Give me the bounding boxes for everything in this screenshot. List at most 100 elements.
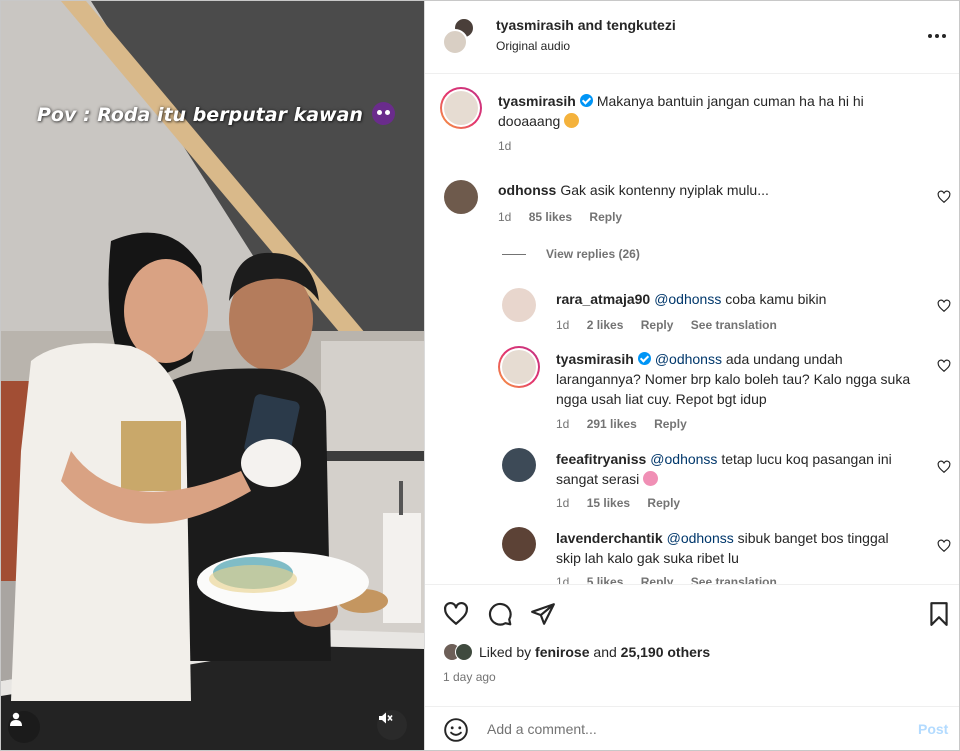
- like-comment-heart-icon[interactable]: [937, 299, 951, 313]
- reply-username[interactable]: lavenderchantik: [556, 530, 663, 546]
- instagram-post-window: Pov : Roda itu berputar kawan tyasmirasi…: [0, 0, 960, 751]
- mention-link[interactable]: @odhonss: [650, 451, 717, 467]
- reply-meta: 1d 15 likes Reply: [556, 496, 694, 510]
- share-paper-plane-icon[interactable]: [530, 601, 556, 627]
- reply-username[interactable]: feeafitryaniss: [556, 451, 646, 467]
- comment-item: odhonss Gak asik kontenny nyiplak mulu...…: [425, 175, 959, 235]
- reply-time[interactable]: 1d: [556, 417, 569, 431]
- like-comment-heart-icon[interactable]: [937, 460, 951, 474]
- reply-button[interactable]: Reply: [641, 575, 674, 584]
- reply-meta: 1d 291 likes Reply: [556, 417, 701, 431]
- add-comment-bar: Post: [425, 706, 959, 750]
- audio-link[interactable]: Original audio: [496, 39, 570, 53]
- liked-by-username[interactable]: fenirose: [535, 644, 589, 660]
- comment-meta: 1d 85 likes Reply: [498, 210, 636, 224]
- emoji-picker-icon[interactable]: [443, 717, 469, 743]
- comment-username[interactable]: odhonss: [498, 182, 556, 198]
- reply-likes[interactable]: 291 likes: [587, 417, 637, 431]
- see-translation-button[interactable]: See translation: [691, 575, 777, 584]
- heart-eyes-emoji-icon: [643, 471, 659, 486]
- comment-time[interactable]: 1d: [498, 210, 511, 224]
- more-horizontal-icon: [928, 34, 946, 38]
- likes-others-count[interactable]: 25,190 others: [621, 644, 711, 660]
- more-options-button[interactable]: [922, 25, 952, 47]
- post-caption: tyasmirasih Makanya bantuin jangan cuman …: [425, 75, 959, 165]
- avatar[interactable]: [502, 448, 536, 482]
- comment-body: Gak asik kontenny nyiplak mulu...: [560, 182, 769, 198]
- reply-text: lavenderchantik @odhonss sibuk banget bos…: [556, 528, 916, 568]
- reply-button[interactable]: Reply: [654, 417, 687, 431]
- reply-text: tyasmirasih @odhonss ada undang undah lar…: [556, 349, 916, 409]
- reply-text: rara_atmaja90 @odhonss coba kamu bikin: [556, 289, 916, 309]
- avatar: [455, 643, 473, 661]
- mute-toggle-button[interactable]: [377, 710, 407, 740]
- reply-time[interactable]: 1d: [556, 318, 569, 332]
- reply-item: feeafitryaniss @odhonss tetap lucu koq pa…: [425, 445, 959, 515]
- avatar[interactable]: [502, 527, 536, 561]
- likes-summary[interactable]: Liked by fenirose and 25,190 others: [443, 643, 710, 661]
- post-authors[interactable]: tyasmirasih and tengkutezi: [496, 17, 676, 33]
- avatar[interactable]: [444, 180, 478, 214]
- like-comment-heart-icon[interactable]: [937, 359, 951, 373]
- speaker-muted-icon: [379, 712, 393, 724]
- reply-likes[interactable]: 2 likes: [587, 318, 624, 332]
- reply-body: coba kamu bikin: [725, 291, 827, 307]
- user-icon: [10, 712, 22, 726]
- reply-username[interactable]: tyasmirasih: [556, 351, 634, 367]
- video-overlay-caption: Pov : Roda itu berputar kawan: [37, 102, 417, 126]
- avatar[interactable]: [440, 87, 482, 129]
- reply-meta: 1d 2 likes Reply See translation: [556, 318, 791, 332]
- mention-link[interactable]: @odhonss: [655, 351, 722, 367]
- reply-meta: 1d 5 likes Reply See translation: [556, 575, 791, 584]
- caption-username[interactable]: tyasmirasih: [498, 93, 576, 109]
- caption-text: tyasmirasih Makanya bantuin jangan cuman …: [498, 91, 918, 131]
- view-replies-label: View replies (26): [546, 247, 640, 261]
- like-comment-heart-icon[interactable]: [937, 190, 951, 204]
- verified-badge-icon: [579, 94, 593, 107]
- post-details-panel: tyasmirasih and tengkutezi Original audi…: [424, 1, 959, 750]
- post-video[interactable]: Pov : Roda itu berputar kawan: [1, 1, 424, 750]
- reply-username[interactable]: rara_atmaja90: [556, 291, 650, 307]
- reply-item: tyasmirasih @odhonss ada undang undah lar…: [425, 343, 959, 439]
- overlay-caption-text: Pov : Roda itu berputar kawan: [37, 104, 363, 126]
- comment-text: odhonss Gak asik kontenny nyiplak mulu...: [498, 180, 918, 200]
- smiling-hearts-emoji-icon: [564, 113, 580, 128]
- save-bookmark-icon[interactable]: [926, 601, 952, 627]
- verified-badge-icon: [637, 352, 651, 365]
- caption-time[interactable]: 1d: [498, 139, 511, 153]
- reply-button[interactable]: Reply: [589, 210, 622, 224]
- reply-time[interactable]: 1d: [556, 575, 569, 584]
- reply-text: feeafitryaniss @odhonss tetap lucu koq pa…: [556, 449, 916, 489]
- divider: [502, 253, 526, 255]
- caption-meta: 1d: [498, 139, 525, 153]
- smiling-devil-icon: [371, 102, 395, 125]
- reply-likes[interactable]: 5 likes: [587, 575, 624, 584]
- avatar[interactable]: [498, 346, 540, 388]
- post-date[interactable]: 1 day ago: [443, 670, 496, 684]
- post-header: tyasmirasih and tengkutezi Original audi…: [425, 1, 959, 74]
- comment-likes[interactable]: 85 likes: [529, 210, 572, 224]
- comment-input[interactable]: [487, 721, 887, 737]
- post-comment-button[interactable]: Post: [918, 721, 948, 737]
- mention-link[interactable]: @odhonss: [654, 291, 721, 307]
- reply-item: rara_atmaja90 @odhonss coba kamu bikin 1d…: [425, 285, 959, 341]
- reply-likes[interactable]: 15 likes: [587, 496, 630, 510]
- see-translation-button[interactable]: See translation: [691, 318, 777, 332]
- like-heart-icon[interactable]: [443, 601, 469, 627]
- reply-time[interactable]: 1d: [556, 496, 569, 510]
- like-comment-heart-icon[interactable]: [937, 539, 951, 553]
- reply-button[interactable]: Reply: [647, 496, 680, 510]
- likes-prefix: Liked by: [479, 644, 532, 660]
- comment-bubble-icon[interactable]: [487, 601, 513, 627]
- likes-conjunction: and: [593, 644, 617, 660]
- avatar[interactable]: [442, 29, 468, 55]
- collab-avatars[interactable]: [441, 17, 481, 57]
- reply-item: lavenderchantik @odhonss sibuk banget bos…: [425, 524, 959, 584]
- avatar[interactable]: [502, 288, 536, 322]
- view-replies-button[interactable]: View replies (26): [502, 247, 640, 261]
- reply-button[interactable]: Reply: [641, 318, 674, 332]
- mention-link[interactable]: @odhonss: [667, 530, 734, 546]
- comments-list[interactable]: tyasmirasih Makanya bantuin jangan cuman …: [425, 75, 959, 584]
- tagged-users-button[interactable]: [8, 711, 40, 743]
- post-actions-bar: Liked by fenirose and 25,190 others 1 da…: [425, 584, 959, 694]
